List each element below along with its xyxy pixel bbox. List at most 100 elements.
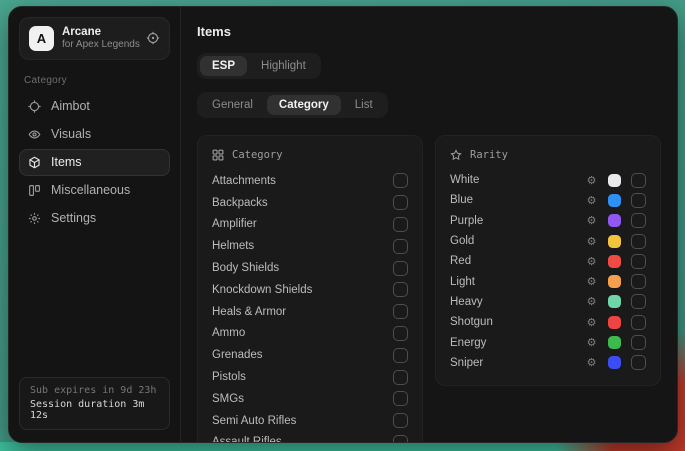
rarity-color-swatch[interactable]	[608, 356, 621, 369]
rarity-color-swatch[interactable]	[608, 255, 621, 268]
category-checkbox[interactable]	[393, 239, 408, 254]
rarity-row: Red ⚙	[450, 251, 646, 271]
rarity-checkbox[interactable]	[631, 315, 646, 330]
category-checkbox[interactable]	[393, 413, 408, 428]
brand-text: Arcane for Apex Legends	[62, 25, 138, 52]
rarity-row: Purple ⚙	[450, 211, 646, 231]
app-logo: A	[29, 26, 54, 51]
category-row: Ammo	[212, 323, 408, 345]
rarity-color-swatch[interactable]	[608, 316, 621, 329]
sidebar-item-label: Miscellaneous	[51, 183, 130, 197]
category-row-label: Helmets	[212, 240, 383, 252]
rarity-settings-icon[interactable]: ⚙	[585, 195, 598, 206]
sidebar-section-label: Category	[24, 75, 165, 86]
rarity-color-swatch[interactable]	[608, 214, 621, 227]
subscription-card: Sub expires in 9d 23h Session duration 3…	[19, 377, 170, 430]
rarity-checkbox[interactable]	[631, 213, 646, 228]
sidebar-item-miscellaneous[interactable]: Miscellaneous	[19, 177, 170, 204]
sidebar-spacer	[19, 233, 170, 377]
category-row: Grenades	[212, 344, 408, 366]
rarity-checkbox[interactable]	[631, 234, 646, 249]
category-checkbox[interactable]	[393, 261, 408, 276]
category-checkbox[interactable]	[393, 435, 408, 442]
main-content: Items ESP Highlight General Category Lis…	[181, 7, 677, 442]
rarity-color-swatch[interactable]	[608, 174, 621, 187]
rarity-checkbox[interactable]	[631, 254, 646, 269]
rarity-row-label: Light	[450, 276, 575, 288]
category-row: Amplifier	[212, 214, 408, 236]
category-checkbox[interactable]	[393, 217, 408, 232]
rarity-panel-title: Rarity	[470, 149, 508, 161]
sidebar-item-aimbot[interactable]: Aimbot	[19, 93, 170, 120]
rarity-settings-icon[interactable]: ⚙	[585, 175, 598, 186]
category-grid-icon	[212, 149, 224, 161]
target-icon[interactable]	[146, 31, 160, 45]
rarity-color-swatch[interactable]	[608, 275, 621, 288]
rarity-color-swatch[interactable]	[608, 235, 621, 248]
tab-category[interactable]: Category	[267, 95, 341, 115]
mode-highlight[interactable]: Highlight	[249, 56, 318, 76]
category-checkbox[interactable]	[393, 304, 408, 319]
rarity-color-swatch[interactable]	[608, 194, 621, 207]
category-checkbox[interactable]	[393, 282, 408, 297]
tab-list[interactable]: List	[343, 95, 385, 115]
rarity-row-label: Shotgun	[450, 316, 575, 328]
rarity-checkbox[interactable]	[631, 294, 646, 309]
rarity-color-swatch[interactable]	[608, 336, 621, 349]
rarity-settings-icon[interactable]: ⚙	[585, 236, 598, 247]
rarity-panel: Rarity White ⚙ Blue ⚙	[435, 135, 661, 386]
app-window: A Arcane for Apex Legends Category Aimbo…	[8, 6, 678, 443]
rarity-row: Blue ⚙	[450, 190, 646, 210]
sidebar-item-label: Visuals	[51, 127, 91, 141]
rarity-row: Heavy ⚙	[450, 292, 646, 312]
rarity-checkbox[interactable]	[631, 274, 646, 289]
sidebar-item-visuals[interactable]: Visuals	[19, 121, 170, 148]
category-row: Heals & Armor	[212, 301, 408, 323]
rarity-settings-icon[interactable]: ⚙	[585, 317, 598, 328]
sub-expires-text: Sub expires in 9d 23h	[30, 385, 159, 396]
rarity-settings-icon[interactable]: ⚙	[585, 276, 598, 287]
category-row-label: Pistols	[212, 371, 383, 383]
rarity-settings-icon[interactable]: ⚙	[585, 337, 598, 348]
category-list: Attachments Backpacks Amplifier	[212, 170, 408, 442]
category-panel: Category Attachments Backpacks	[197, 135, 423, 442]
rarity-checkbox[interactable]	[631, 173, 646, 188]
gear-icon	[28, 212, 41, 225]
category-row-label: SMGs	[212, 393, 383, 405]
rarity-row-label: Energy	[450, 337, 575, 349]
category-row: Knockdown Shields	[212, 279, 408, 301]
category-checkbox[interactable]	[393, 348, 408, 363]
desktop: { "sidebar": { "brand": { "logo_letter":…	[0, 0, 685, 451]
category-row-label: Heals & Armor	[212, 306, 383, 318]
category-checkbox[interactable]	[393, 391, 408, 406]
rarity-checkbox[interactable]	[631, 335, 646, 350]
rarity-settings-icon[interactable]: ⚙	[585, 256, 598, 267]
category-row-label: Semi Auto Rifles	[212, 415, 383, 427]
rarity-checkbox[interactable]	[631, 355, 646, 370]
rarity-list: White ⚙ Blue ⚙	[450, 170, 646, 373]
category-checkbox[interactable]	[393, 326, 408, 341]
category-row-label: Amplifier	[212, 218, 383, 230]
category-checkbox[interactable]	[393, 195, 408, 210]
sidebar-item-label: Items	[51, 155, 82, 169]
rarity-color-swatch[interactable]	[608, 295, 621, 308]
sidebar-item-items[interactable]: Items	[19, 149, 170, 176]
page-title: Items	[197, 24, 661, 39]
sidebar-item-label: Settings	[51, 211, 96, 225]
category-row: Pistols	[212, 366, 408, 388]
category-panel-header: Category	[212, 149, 408, 161]
rarity-checkbox[interactable]	[631, 193, 646, 208]
rarity-settings-icon[interactable]: ⚙	[585, 215, 598, 226]
tab-general[interactable]: General	[200, 95, 265, 115]
brand-card: A Arcane for Apex Legends	[19, 17, 170, 60]
rarity-row: Sniper ⚙	[450, 353, 646, 373]
sidebar-item-label: Aimbot	[51, 99, 90, 113]
category-row: Backpacks	[212, 192, 408, 214]
mode-esp[interactable]: ESP	[200, 56, 247, 76]
category-checkbox[interactable]	[393, 173, 408, 188]
rarity-settings-icon[interactable]: ⚙	[585, 296, 598, 307]
rarity-settings-icon[interactable]: ⚙	[585, 357, 598, 368]
rarity-row-label: Sniper	[450, 357, 575, 369]
category-checkbox[interactable]	[393, 370, 408, 385]
sidebar-item-settings[interactable]: Settings	[19, 205, 170, 232]
